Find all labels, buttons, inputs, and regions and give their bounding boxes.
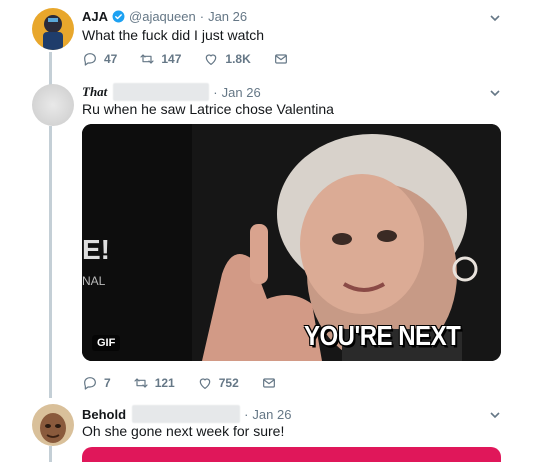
retweet-icon: [134, 378, 148, 388]
like-count: 752: [218, 376, 239, 390]
reply-count: 47: [104, 52, 118, 66]
like-button[interactable]: 752: [197, 375, 239, 391]
retweet-icon: [140, 54, 154, 64]
tweet-date[interactable]: Jan 26: [252, 407, 291, 422]
separator: ·: [199, 9, 205, 24]
verified-icon: [112, 10, 125, 23]
next-media-preview[interactable]: [82, 447, 501, 462]
chevron-down-icon[interactable]: [489, 86, 501, 98]
network-logo-text: NAL: [82, 274, 106, 288]
message-button[interactable]: [273, 51, 295, 67]
author-handle[interactable]: @ajaqueen: [129, 9, 196, 24]
like-icon: [199, 378, 210, 389]
redacted-handle: [132, 405, 241, 423]
avatar[interactable]: [32, 8, 74, 50]
gif-media[interactable]: E! NAL YOU'RE NEXT GIF: [82, 124, 501, 361]
message-button[interactable]: [261, 375, 283, 391]
chevron-down-icon[interactable]: [489, 11, 501, 23]
avatar[interactable]: [32, 404, 74, 446]
gif-badge: GIF: [92, 335, 121, 351]
author-name[interactable]: Behold: [82, 407, 126, 422]
tweet-text: Ru when he saw Latrice chose Valentina: [82, 101, 334, 117]
retweet-count: 147: [161, 52, 182, 66]
reply-count: 7: [104, 376, 111, 390]
separator: ·: [213, 84, 218, 100]
like-icon: [206, 54, 217, 65]
tweet[interactable]: That · Jan 26 Ru when he saw Latrice cho…: [0, 78, 534, 398]
retweet-button[interactable]: 147: [139, 51, 181, 67]
like-count: 1.8K: [225, 52, 251, 66]
tweet-text: What the fuck did I just watch: [82, 27, 265, 43]
gif-caption: YOU'RE NEXT: [304, 320, 461, 352]
like-button[interactable]: 1.8K: [203, 51, 251, 67]
retweet-count: 121: [154, 376, 175, 390]
reply-icon: [84, 53, 96, 66]
avatar[interactable]: [32, 84, 74, 126]
tweet-date[interactable]: Jan 26: [222, 85, 261, 100]
reply-button[interactable]: 7: [82, 375, 111, 391]
network-logo: E!: [82, 234, 110, 265]
tweet-text: Oh she gone next week for sure!: [82, 423, 285, 439]
tweet[interactable]: AJA @ajaqueen · Jan 26 What the fuck did…: [0, 0, 534, 72]
separator: ·: [244, 406, 249, 422]
author-name[interactable]: AJA: [82, 9, 108, 24]
tweet-actions: 7 121 752: [82, 375, 305, 391]
message-icon: [262, 378, 275, 388]
reply-button[interactable]: 47: [82, 51, 117, 67]
chevron-down-icon[interactable]: [489, 408, 501, 420]
reply-icon: [84, 377, 96, 390]
redacted-handle: [113, 83, 210, 101]
tweet-date[interactable]: Jan 26: [208, 9, 247, 24]
retweet-button[interactable]: 121: [133, 375, 175, 391]
message-icon: [274, 54, 287, 64]
tweet-actions: 47 147 1.8K: [82, 51, 317, 67]
author-name[interactable]: That: [82, 84, 107, 100]
